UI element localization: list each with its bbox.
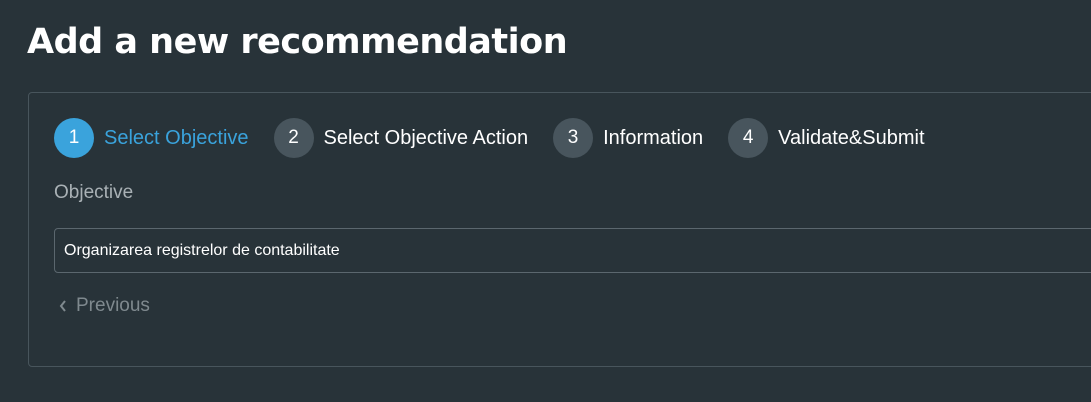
objective-selected-value: Organizarea registrelor de contabilitate bbox=[64, 241, 340, 259]
step-label: Select Objective Action bbox=[323, 126, 529, 149]
step-label: Validate&Submit bbox=[778, 126, 925, 149]
step-number-badge: 1 bbox=[54, 118, 94, 158]
objective-select[interactable]: Organizarea registrelor de contabilitate bbox=[54, 228, 1091, 273]
page-title: Add a new recommendation bbox=[27, 22, 568, 62]
chevron-left-icon bbox=[59, 300, 66, 312]
step-select-objective-action[interactable]: 2 Select Objective Action bbox=[273, 118, 529, 158]
step-label: Information bbox=[603, 126, 704, 149]
step-label: Select Objective bbox=[104, 126, 249, 149]
step-information[interactable]: 3 Information bbox=[553, 118, 703, 158]
step-validate-submit[interactable]: 4 Validate&Submit bbox=[728, 118, 925, 158]
previous-button-label: Previous bbox=[76, 295, 150, 316]
step-number-badge: 4 bbox=[728, 118, 769, 158]
recommendation-wizard-panel: 1 Select Objective 2 Select Objective Ac… bbox=[28, 92, 1091, 367]
step-number-badge: 2 bbox=[273, 118, 314, 158]
objective-label: Objective bbox=[54, 182, 134, 203]
step-select-objective[interactable]: 1 Select Objective bbox=[54, 118, 249, 158]
previous-button[interactable]: Previous bbox=[59, 295, 150, 317]
step-number-badge: 3 bbox=[553, 118, 594, 158]
wizard-steps: 1 Select Objective 2 Select Objective Ac… bbox=[54, 118, 950, 158]
